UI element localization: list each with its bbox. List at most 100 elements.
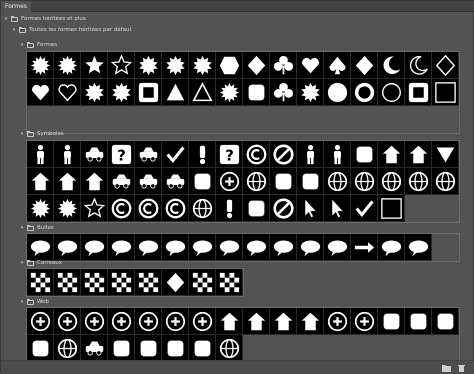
recycle-icon[interactable] — [189, 168, 216, 195]
square-icon[interactable] — [432, 79, 459, 106]
tree-root-row[interactable]: ▾ Formes héritées et plus — [3, 14, 86, 24]
cog-flower-icon[interactable] — [297, 79, 324, 106]
expand-arrow-icon[interactable]: ▾ — [19, 131, 25, 137]
shield-icon[interactable] — [27, 168, 54, 195]
male-icon[interactable] — [297, 168, 324, 195]
radiation-icon[interactable] — [351, 168, 378, 195]
bubble3-icon[interactable] — [81, 234, 108, 261]
shield-plain-icon[interactable] — [81, 168, 108, 195]
diamond-outline-icon[interactable] — [432, 52, 459, 79]
triangle-outline-icon[interactable] — [189, 79, 216, 106]
heart-icon[interactable] — [297, 52, 324, 79]
no-circle-icon[interactable] — [351, 308, 378, 335]
cursor-outline-icon[interactable] — [324, 195, 351, 222]
flower-icon[interactable] — [270, 79, 297, 106]
x-mark-icon[interactable] — [270, 141, 297, 168]
family-icon[interactable] — [324, 141, 351, 168]
copyright-icon[interactable] — [108, 195, 135, 222]
circle-icon[interactable] — [324, 79, 351, 106]
greek-icon[interactable] — [189, 269, 216, 296]
crescent-icon[interactable] — [378, 52, 405, 79]
square-seal-icon[interactable] — [108, 79, 135, 106]
expand-arrow-icon[interactable]: ▾ — [19, 225, 25, 231]
airplane-icon[interactable] — [81, 141, 108, 168]
mail-icon[interactable] — [243, 308, 270, 335]
right-circle-icon[interactable] — [108, 308, 135, 335]
burst-small-icon[interactable] — [27, 195, 54, 222]
help-box-icon[interactable]: ? — [108, 141, 135, 168]
bubble11-icon[interactable] — [324, 234, 351, 261]
spade-icon[interactable] — [324, 52, 351, 79]
cloud-icon[interactable] — [405, 234, 432, 261]
checkbox-icon[interactable] — [351, 195, 378, 222]
gear-seal-icon[interactable] — [135, 52, 162, 79]
bicycle-icon[interactable] — [162, 168, 189, 195]
speaker-icon[interactable] — [108, 335, 135, 362]
search-icon[interactable] — [27, 335, 54, 362]
seal-icon[interactable] — [162, 52, 189, 79]
atom-icon[interactable] — [378, 168, 405, 195]
bubble1-icon[interactable] — [27, 234, 54, 261]
flower-seal-icon[interactable] — [81, 79, 108, 106]
diamond-frame-icon[interactable] — [243, 52, 270, 79]
square-frame-thick-icon[interactable] — [405, 79, 432, 106]
globe-search-icon[interactable] — [54, 335, 81, 362]
heart-solid-icon[interactable] — [27, 79, 54, 106]
burst-seal-icon[interactable] — [216, 79, 243, 106]
stripes-diag-icon[interactable] — [81, 269, 108, 296]
oval-icon[interactable] — [189, 234, 216, 261]
car-side-icon[interactable] — [108, 168, 135, 195]
recycle-circle-icon[interactable] — [216, 168, 243, 195]
group-row-symboles[interactable]: ▾ Symboles — [19, 129, 64, 139]
bubble7-icon[interactable] — [216, 234, 243, 261]
globe2-icon[interactable] — [216, 335, 243, 362]
fence-icon[interactable] — [54, 269, 81, 296]
question-circle-icon[interactable] — [324, 308, 351, 335]
tools-icon[interactable] — [189, 335, 216, 362]
star5-outline-icon[interactable] — [108, 52, 135, 79]
circle-outline-icon[interactable] — [378, 79, 405, 106]
expand-arrow-icon[interactable]: ▾ — [19, 260, 25, 266]
group-row-formes[interactable]: ▾ Formes — [19, 40, 57, 50]
star5-icon[interactable] — [81, 52, 108, 79]
crosshair-icon[interactable] — [432, 168, 459, 195]
bubble5-icon[interactable] — [135, 234, 162, 261]
circle-frame-icon[interactable] — [351, 79, 378, 106]
x-pattern-icon[interactable] — [135, 269, 162, 296]
home-icon[interactable] — [297, 308, 324, 335]
cart-icon[interactable] — [81, 335, 108, 362]
music2-icon[interactable] — [432, 308, 459, 335]
group-row-bulles[interactable]: ▾ Bulles — [19, 223, 54, 233]
female-icon[interactable] — [270, 168, 297, 195]
wheelchair-icon[interactable] — [351, 141, 378, 168]
square-frame-icon[interactable] — [135, 79, 162, 106]
bubble2-icon[interactable] — [54, 234, 81, 261]
plus-circle-icon[interactable] — [27, 308, 54, 335]
hexagon-icon[interactable] — [216, 52, 243, 79]
expand-arrow-icon[interactable]: ▾ — [19, 42, 25, 48]
globe-icon[interactable] — [405, 168, 432, 195]
group-row-carreaux[interactable]: ▾ Carreaux — [19, 258, 62, 268]
sun-burst-icon[interactable] — [54, 52, 81, 79]
trash-icon[interactable] — [457, 364, 466, 372]
bubble9-icon[interactable] — [270, 234, 297, 261]
cloud-bubble-icon[interactable] — [378, 234, 405, 261]
car-front-icon[interactable] — [135, 168, 162, 195]
music-icon[interactable] — [405, 308, 432, 335]
no-sign-icon[interactable] — [270, 195, 297, 222]
tree-default-row[interactable]: ▾ Toutes les formes héritées par défaut — [11, 25, 132, 35]
square-small-icon[interactable] — [378, 195, 405, 222]
man-icon[interactable] — [27, 141, 54, 168]
arrow-bar-icon[interactable] — [351, 234, 378, 261]
woman-icon[interactable] — [54, 141, 81, 168]
clock-icon[interactable] — [162, 335, 189, 362]
expand-arrow-icon[interactable]: ▾ — [3, 16, 9, 22]
clover-icon[interactable] — [270, 52, 297, 79]
spiral-icon[interactable] — [189, 195, 216, 222]
film-icon[interactable] — [378, 308, 405, 335]
stop-sign-icon[interactable] — [378, 141, 405, 168]
yin-yang-icon[interactable] — [243, 168, 270, 195]
bubble6-icon[interactable] — [162, 234, 189, 261]
folder-new-icon[interactable] — [442, 364, 451, 372]
cursor-icon[interactable] — [297, 195, 324, 222]
